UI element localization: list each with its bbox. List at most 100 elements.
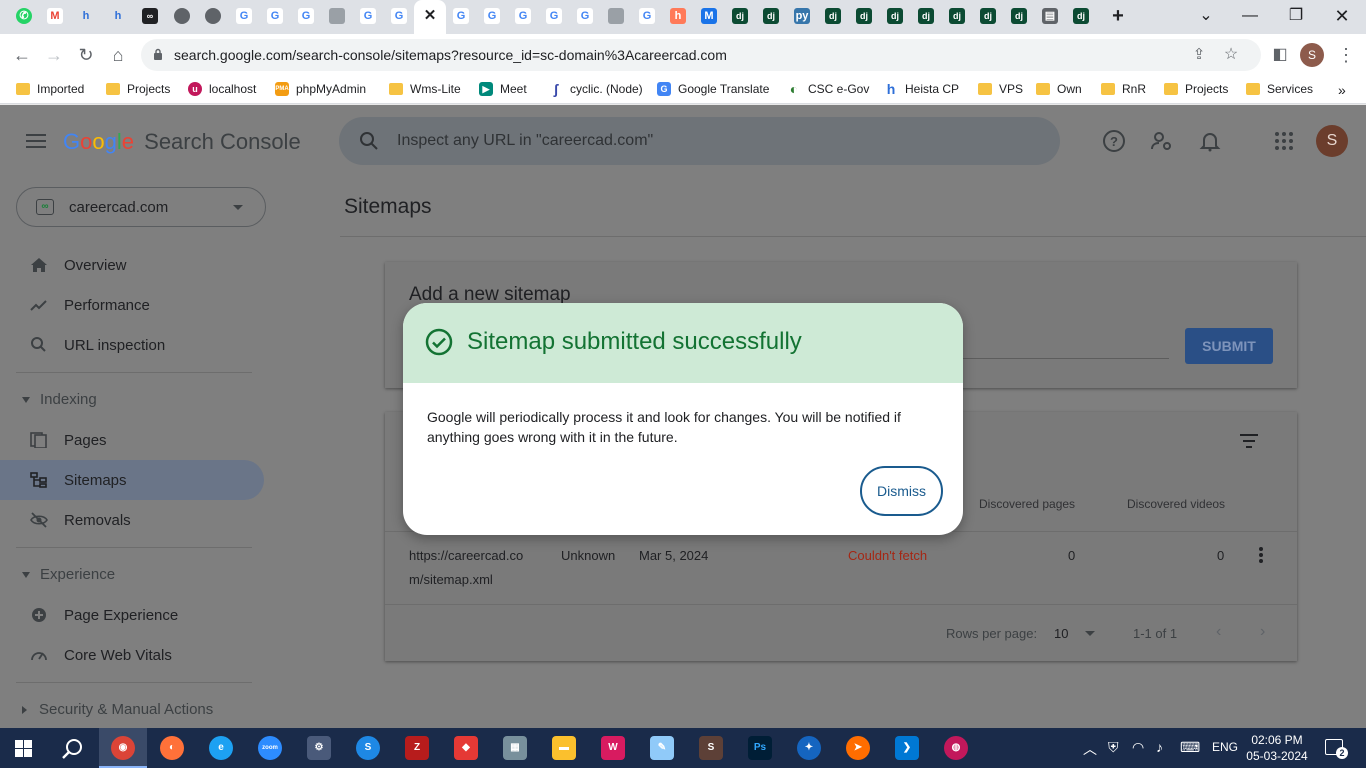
column-discovered-pages[interactable]: Discovered pages xyxy=(979,497,1075,511)
prev-page-icon[interactable]: ‹ xyxy=(1216,623,1221,641)
google-icon[interactable]: G xyxy=(577,8,593,24)
forward-icon[interactable]: → xyxy=(42,43,66,67)
firefox-icon[interactable]: ◐ xyxy=(160,736,184,760)
share-icon[interactable]: ⇪ xyxy=(1187,43,1211,67)
nav-sitemaps[interactable]: Sitemaps xyxy=(0,460,264,500)
cyclic-icon[interactable]: ∞ xyxy=(142,8,158,24)
section-experience[interactable]: Experience xyxy=(22,566,115,583)
sublime-icon[interactable]: S xyxy=(699,736,723,760)
next-page-icon[interactable]: › xyxy=(1260,623,1265,641)
bookmark-rnr[interactable]: RnR xyxy=(1101,82,1146,96)
search-console-logo[interactable]: Google Search Console xyxy=(63,129,301,155)
security-tray-icon[interactable]: ⛨ xyxy=(1108,739,1119,756)
filter-icon[interactable] xyxy=(1240,434,1258,448)
system-clock[interactable]: 02:06 PM 05-03-2024 xyxy=(1232,732,1322,764)
python-icon[interactable]: py xyxy=(794,8,810,24)
nav-overview[interactable]: Overview xyxy=(0,245,264,285)
network-tool-icon[interactable]: ⚙ xyxy=(307,736,331,760)
windows-start-icon[interactable] xyxy=(15,740,32,757)
bookmark-projects[interactable]: Projects xyxy=(106,82,170,96)
bookmark-localhost[interactable]: u localhost xyxy=(188,82,256,96)
search-icon[interactable] xyxy=(61,738,83,760)
column-discovered-videos[interactable]: Discovered videos xyxy=(1127,497,1225,511)
maximize-icon[interactable]: ❐ xyxy=(1276,4,1316,28)
sheet-icon[interactable]: ▤ xyxy=(1042,8,1058,24)
whatsapp-icon[interactable]: ✆ xyxy=(16,8,32,24)
django-icon[interactable]: dj xyxy=(732,8,748,24)
close-window-icon[interactable]: ✕ xyxy=(1322,4,1362,28)
network-icon[interactable] xyxy=(329,8,345,24)
wamp-icon[interactable]: W xyxy=(601,736,625,760)
google-icon[interactable]: G xyxy=(391,8,407,24)
google-icon[interactable]: G xyxy=(453,8,469,24)
back-icon[interactable]: ← xyxy=(10,43,34,67)
vscode-icon[interactable]: ❯ xyxy=(895,736,919,760)
bookmark-projects-2[interactable]: Projects xyxy=(1164,82,1228,96)
reload-icon[interactable]: ↻ xyxy=(74,43,98,67)
zoom-icon[interactable]: zoom xyxy=(258,736,282,760)
skype-icon[interactable]: S xyxy=(356,736,380,760)
close-tab-icon[interactable]: ✕ xyxy=(422,8,438,24)
filezilla-icon[interactable]: Z xyxy=(405,736,429,760)
volume-icon[interactable]: ♪ xyxy=(1156,739,1163,755)
nav-pages[interactable]: Pages xyxy=(0,420,264,460)
google-icon[interactable]: G xyxy=(236,8,252,24)
chrome-icon[interactable]: ◉ xyxy=(111,736,135,760)
table-row[interactable]: https://careercad.co m/sitemap.xml Unkno… xyxy=(385,532,1297,604)
anydesk-icon[interactable]: ◆ xyxy=(454,736,478,760)
nav-page-experience[interactable]: Page Experience xyxy=(0,595,264,635)
tab-search-icon[interactable]: ⌄ xyxy=(1186,4,1226,28)
more-bookmarks-icon[interactable]: » xyxy=(1338,82,1346,98)
bookmark-services[interactable]: Services xyxy=(1246,82,1313,96)
file-explorer-icon[interactable]: ▬ xyxy=(552,736,576,760)
django-icon[interactable]: dj xyxy=(1011,8,1027,24)
minimize-icon[interactable]: — xyxy=(1230,4,1270,28)
photoshop-icon[interactable]: Ps xyxy=(748,736,772,760)
bookmark-csc-egov[interactable]: ◐ CSC e-Gov xyxy=(787,82,870,96)
bookmark-google-translate[interactable]: G Google Translate xyxy=(657,82,769,96)
google-icon[interactable]: G xyxy=(639,8,655,24)
globe-icon[interactable] xyxy=(205,8,221,24)
bookmark-own[interactable]: Own xyxy=(1036,82,1082,96)
bookmark-imported[interactable]: Imported xyxy=(16,82,84,96)
postman-icon[interactable]: ➤ xyxy=(846,736,870,760)
keyboard-icon[interactable]: ⌨ xyxy=(1180,739,1200,756)
home-icon[interactable]: ⌂ xyxy=(106,43,130,67)
google-icon[interactable]: G xyxy=(515,8,531,24)
django-icon[interactable]: dj xyxy=(763,8,779,24)
django-icon[interactable]: dj xyxy=(887,8,903,24)
hamburger-menu-icon[interactable] xyxy=(26,133,46,149)
property-selector[interactable]: ∞ careercad.com xyxy=(16,187,266,227)
django-icon[interactable]: dj xyxy=(825,8,841,24)
bookmark-wms-lite[interactable]: Wms-Lite xyxy=(389,82,461,96)
rows-per-page-select[interactable]: 10 xyxy=(1054,626,1068,641)
account-avatar[interactable]: S xyxy=(1316,125,1348,157)
google-icon[interactable]: G xyxy=(267,8,283,24)
bookmark-vps[interactable]: VPS xyxy=(978,82,1023,96)
django-icon[interactable]: dj xyxy=(856,8,872,24)
address-bar[interactable]: search.google.com/search-console/sitemap… xyxy=(141,39,1261,71)
rows-dropdown-arrow-icon[interactable] xyxy=(1085,631,1095,636)
notifications-bell-icon[interactable] xyxy=(1198,129,1222,153)
app-icon[interactable]: ▦ xyxy=(503,736,527,760)
section-indexing[interactable]: Indexing xyxy=(22,391,97,408)
wifi-icon[interactable]: ◠ xyxy=(1132,739,1144,756)
notes-icon[interactable]: ✎ xyxy=(650,736,674,760)
url-inspection-search[interactable]: Inspect any URL in "careercad.com" xyxy=(339,117,1060,165)
color-picker-icon[interactable]: ◍ xyxy=(944,736,968,760)
django-icon[interactable]: dj xyxy=(918,8,934,24)
side-panel-icon[interactable]: ◧ xyxy=(1268,43,1292,67)
google-icon[interactable]: G xyxy=(298,8,314,24)
app-icon[interactable]: ✦ xyxy=(797,736,821,760)
django-icon[interactable]: dj xyxy=(1073,8,1089,24)
apps-grid-icon[interactable] xyxy=(1272,129,1296,153)
submit-button[interactable]: SUBMIT xyxy=(1185,328,1273,364)
bookmark-heista-cp[interactable]: h Heista CP xyxy=(884,82,959,96)
globe-icon[interactable] xyxy=(174,8,190,24)
new-tab-icon[interactable]: + xyxy=(1110,6,1126,26)
edge-icon[interactable]: e xyxy=(209,736,233,760)
django-icon[interactable]: dj xyxy=(949,8,965,24)
miro-icon[interactable]: M xyxy=(701,8,717,24)
heista-icon[interactable]: h xyxy=(110,8,126,24)
django-icon[interactable]: dj xyxy=(980,8,996,24)
